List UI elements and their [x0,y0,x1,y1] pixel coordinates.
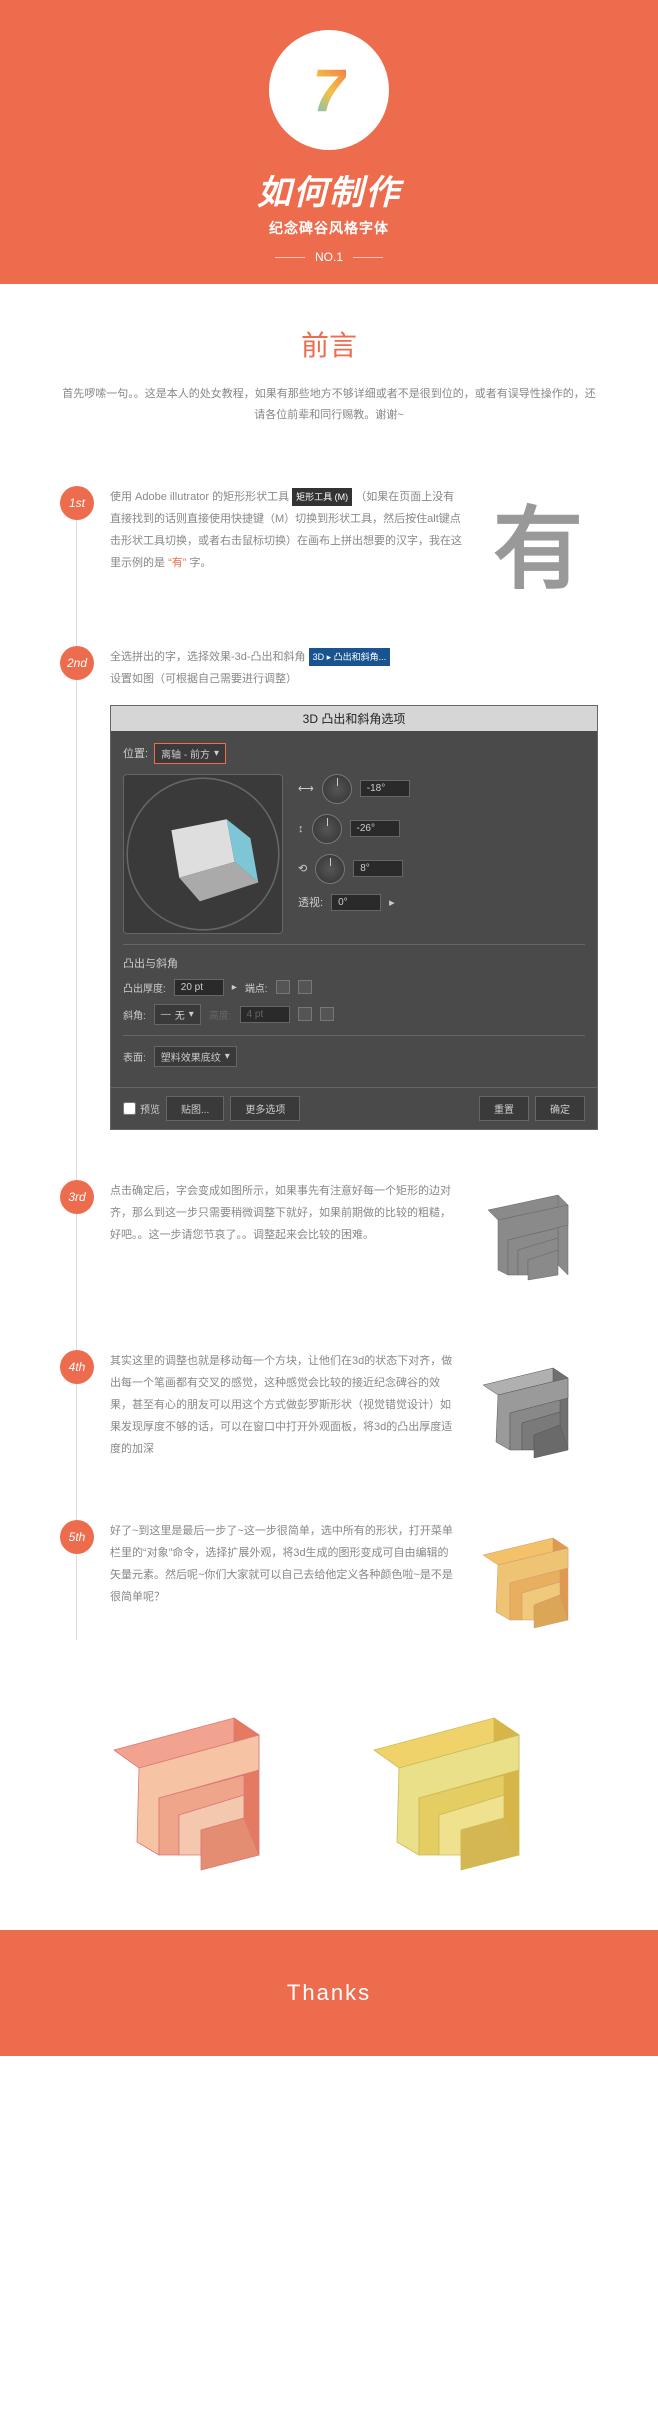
perspective-label: 透视: [298,894,323,910]
step-5-text: 好了~到这里是最后一步了~这一步很简单，选中所有的形状，打开菜单栏里的“对象”命… [110,1520,453,1608]
step-number-badge: 2nd [60,646,94,680]
preface-title: 前言 [60,324,598,364]
step-number-badge: 5th [60,1520,94,1554]
angle-x-value[interactable]: -18° [360,780,410,797]
footer: Thanks [0,1930,658,2056]
more-options-button[interactable]: 更多选项 [230,1096,300,1121]
stepper-icon[interactable]: ▸ [389,896,395,909]
cap-on-icon[interactable] [276,980,290,994]
preview-checkbox[interactable]: 预览 [123,1101,160,1116]
height-label: 高度: [209,1007,232,1022]
final-glyph-yellow [349,1690,569,1890]
axis-z-icon: ⟲ [298,862,307,875]
height-input: 4 pt [240,1006,290,1023]
3d-menu-tag: 3D ▸ 凸出和斜角... [309,648,391,666]
step-2-text: 全选拼出的字，选择效果-3d-凸出和斜角 3D ▸ 凸出和斜角... 设置如图（… [110,646,598,690]
angle-z-dial[interactable] [315,854,345,884]
step-number-badge: 1st [60,486,94,520]
reset-button[interactable]: 重置 [479,1096,529,1121]
step-1: 1st 使用 Adobe illutrator 的矩形形状工具 矩形工具 (M)… [60,486,598,596]
step-4-text: 其实这里的调整也就是移动每一个方块，让他们在3d的状态下对齐，做出每一个笔画都有… [110,1350,453,1460]
depth-input[interactable]: 20 pt [174,979,224,996]
chevron-down-icon: ▾ [189,1009,194,1020]
bevel-out-icon [320,1007,334,1021]
dialog-title: 3D 凸出和斜角选项 [111,706,597,731]
step-3-text: 点击确定后，字会变成如图所示，如果事先有注意好每一个矩形的边对齐，那么到这一步只… [110,1180,453,1246]
3d-options-dialog: 3D 凸出和斜角选项 位置: 离轴 - 前方 ▾ [110,705,598,1130]
axis-x-icon: ⟷ [298,782,314,795]
surface-select[interactable]: 塑料效果底纹 ▾ [154,1046,237,1067]
map-button[interactable]: 贴图... [166,1096,224,1121]
step-5: 5th 好了~到这里是最后一步了~这一步很简单，选中所有的形状，打开菜单栏里的“… [60,1520,598,1640]
cap-off-icon[interactable] [298,980,312,994]
logo-circle: 7 [269,30,389,150]
step-number-badge: 3rd [60,1180,94,1214]
bevel-section-title: 凸出与斜角 [123,955,585,971]
rect-tool-tag: 矩形工具 (M) [292,488,352,506]
step-1-glyph: 有 [478,486,598,596]
angle-y-value[interactable]: -26° [350,820,400,837]
step-1-text: 使用 Adobe illutrator 的矩形形状工具 矩形工具 (M) （如果… [110,486,463,574]
step-5-glyph [468,1520,598,1640]
position-select[interactable]: 离轴 - 前方 ▾ [154,743,226,764]
preface-text: 首先啰嗦一句。。这是本人的处女教程，如果有那些地方不够详细或者不是很到位的，或者… [60,384,598,426]
surface-label: 表面: [123,1049,146,1064]
angle-x-dial[interactable] [322,774,352,804]
position-label: 位置: [123,745,148,761]
step-3-glyph [468,1180,598,1300]
logo-glyph: 7 [312,56,345,125]
chevron-down-icon: ▾ [225,1051,230,1062]
axis-y-icon: ↕ [298,823,304,835]
cube-icon [124,775,282,933]
bevel-select[interactable]: — 无 ▾ [154,1004,201,1025]
steps-container: 1st 使用 Adobe illutrator 的矩形形状工具 矩形工具 (M)… [60,486,598,1640]
hero-number: NO.1 [0,250,658,264]
final-glyph-red [89,1690,309,1890]
step-4: 4th 其实这里的调整也就是移动每一个方块，让他们在3d的状态下对齐，做出每一个… [60,1350,598,1470]
bevel-in-icon [298,1007,312,1021]
step-2: 2nd 全选拼出的字，选择效果-3d-凸出和斜角 3D ▸ 凸出和斜角... 设… [60,646,598,1130]
bevel-label: 斜角: [123,1007,146,1022]
angle-z-value[interactable]: 8° [353,860,403,877]
dialog-buttons: 预览 贴图... 更多选项 重置 确定 [111,1087,597,1129]
example-char: “有” [168,557,186,569]
bevel-section: 凸出与斜角 凸出厚度: 20 pt ▸ 端点: 斜角: — 无 ▾ [123,944,585,1025]
depth-label: 凸出厚度: [123,980,166,995]
angle-y-dial[interactable] [312,814,342,844]
ok-button[interactable]: 确定 [535,1096,585,1121]
step-3: 3rd 点击确定后，字会变成如图所示，如果事先有注意好每一个矩形的边对齐，那么到… [60,1180,598,1300]
cube-preview[interactable] [123,774,283,934]
step-4-glyph [468,1350,598,1470]
stepper-icon[interactable]: ▸ [232,982,237,993]
step-number-badge: 4th [60,1350,94,1384]
angle-controls: ⟷ -18° ↕ -26° ⟲ [298,774,585,921]
hero-title: 如何制作 [0,165,658,214]
hero-section: 7 如何制作 纪念碑谷风格字体 NO.1 [0,0,658,284]
content-area: 前言 首先啰嗦一句。。这是本人的处女教程，如果有那些地方不够详细或者不是很到位的… [0,284,658,1930]
chevron-down-icon: ▾ [214,748,219,759]
hero-subtitle: 纪念碑谷风格字体 [0,218,658,238]
cap-label: 端点: [245,980,268,995]
perspective-value[interactable]: 0° [331,894,381,911]
final-examples [60,1690,598,1890]
